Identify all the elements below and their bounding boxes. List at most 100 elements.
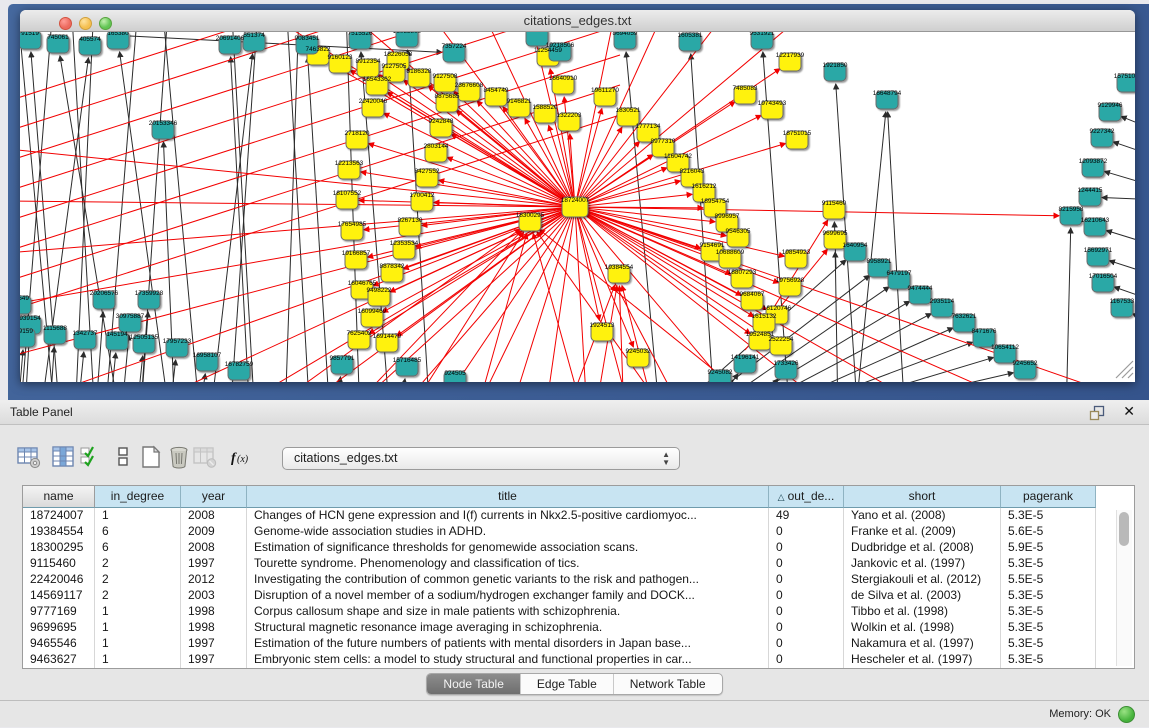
- graph-node-label: 18751015: [783, 130, 812, 137]
- table-cell: Estimation of the future numbers of pati…: [247, 636, 769, 652]
- column-header-out_de[interactable]: △out_de...: [769, 486, 844, 508]
- graph-edge: [575, 207, 1135, 382]
- graph-node-label: 7625402: [347, 330, 372, 337]
- table-row[interactable]: 977716911998Corpus callosum shape and si…: [23, 604, 1134, 620]
- table-cell: 18300295: [23, 540, 95, 556]
- table-cell: 0: [769, 524, 844, 540]
- graph-node-label: 165380: [107, 32, 129, 37]
- graph-node-label: 16782759: [225, 361, 254, 368]
- table-row[interactable]: 1456911722003Disruption of a novel membe…: [23, 588, 1134, 604]
- graph-edge: [626, 52, 660, 382]
- graph-node-label: 8216043: [680, 168, 705, 175]
- graph-node-label: 15716485: [393, 357, 422, 364]
- graph-node-label: 18226058: [384, 51, 413, 58]
- sort-ascending-icon: △: [778, 492, 785, 502]
- column-header-title[interactable]: title: [247, 486, 769, 508]
- delete-table-icon[interactable]: [192, 444, 218, 470]
- graph-node-label: 16099469: [358, 308, 387, 315]
- graph-node-label: 16640910: [549, 75, 578, 82]
- graph-node-label: 1921850: [823, 62, 848, 69]
- graph-node-label: 7357224: [442, 43, 467, 50]
- create-column-icon[interactable]: [138, 444, 164, 470]
- column-header-in_degree[interactable]: in_degree: [95, 486, 181, 508]
- table-cell: Genome-wide association studies in ADHD.: [247, 524, 769, 540]
- close-panel-icon[interactable]: ✕: [1123, 403, 1135, 420]
- table-row[interactable]: 1938455462009Genome-wide association stu…: [23, 524, 1134, 540]
- table-cell: 0: [769, 556, 844, 572]
- resize-grip[interactable]: [1116, 361, 1133, 378]
- table-cell: Jankovic et al. (1997): [844, 556, 1001, 572]
- table-row[interactable]: 911546021997Tourette syndrome. Phenomeno…: [23, 556, 1134, 572]
- desktop-area: citations_edges.txt 18724007183002957463…: [0, 0, 1149, 400]
- graph-edge: [96, 312, 103, 382]
- function-builder-icon[interactable]: f (x): [228, 444, 254, 470]
- network-canvas[interactable]: 1872400718300295746382291601238912354182…: [20, 32, 1135, 382]
- column-header-pagerank[interactable]: pagerank: [1001, 486, 1096, 508]
- graph-node-label: 12217939: [776, 52, 805, 59]
- window-titlebar[interactable]: citations_edges.txt: [20, 10, 1135, 32]
- select-all-rows-icon[interactable]: [78, 444, 104, 470]
- graph-node-label: 8912354: [356, 58, 381, 65]
- table-row[interactable]: 946554611997Estimation of the future num…: [23, 636, 1134, 652]
- table-scrollbar[interactable]: [1116, 510, 1132, 666]
- graph-edge: [742, 379, 778, 382]
- node-table: namein_degreeyeartitle△out_de...shortpag…: [22, 485, 1135, 669]
- graph-node[interactable]: [526, 32, 548, 46]
- tab-node-table[interactable]: Node Table: [427, 674, 521, 694]
- table-cell: Dudbridge et al. (2008): [844, 540, 1001, 556]
- graph-node-label: 15751074: [1114, 73, 1135, 80]
- table-panel-header: Table Panel ✕: [0, 400, 1149, 425]
- graph-node-label: 8977310: [651, 138, 676, 145]
- graph-node-label: 8958921: [867, 258, 892, 265]
- graph-node-label: 17359928: [135, 290, 164, 297]
- table-row[interactable]: 1830029562008Estimation of significance …: [23, 540, 1134, 556]
- table-selector-dropdown[interactable]: citations_edges.txt ▲▼: [282, 447, 680, 470]
- table-settings-icon[interactable]: [16, 444, 42, 470]
- graph-node-label: 145194: [106, 331, 128, 338]
- graph-node-label: 8878342: [380, 263, 405, 270]
- table-cell: 9465546: [23, 636, 95, 652]
- graph-node-label: 9160123: [328, 54, 353, 61]
- table-cell: 49: [769, 508, 844, 524]
- delete-column-icon[interactable]: [166, 444, 192, 470]
- table-row[interactable]: 1872400712008Changes of HCN gene express…: [23, 508, 1134, 524]
- table-cell: Nakamura et al. (1997): [844, 636, 1001, 652]
- graph-node-label: 9245082: [708, 369, 733, 376]
- window-title: citations_edges.txt: [20, 13, 1135, 28]
- tab-network-table[interactable]: Network Table: [614, 674, 722, 694]
- graph-node-label: 9127508: [433, 73, 458, 80]
- graph-edge: [285, 32, 310, 382]
- graph-node-label: 16046765: [348, 280, 377, 287]
- graph-edge: [1066, 228, 1071, 382]
- column-visibility-icon[interactable]: [50, 444, 76, 470]
- graph-node-label: 1616212: [692, 183, 717, 190]
- table-cell: 1998: [181, 604, 247, 620]
- graph-node-label: 1342737: [73, 330, 98, 337]
- column-header-name[interactable]: name: [23, 486, 95, 508]
- table-cell: 1997: [181, 652, 247, 668]
- graph-edge: [575, 207, 600, 382]
- row-height-icon[interactable]: [110, 444, 136, 470]
- graph-node-label: 9699695: [823, 230, 848, 237]
- graph-edge: [398, 379, 405, 382]
- table-row[interactable]: 2242004622012Investigating the contribut…: [23, 572, 1134, 588]
- table-cell: 0: [769, 572, 844, 588]
- graph-node-label: 8267130: [398, 217, 423, 224]
- table-row[interactable]: 946362711997Embryonic stem cells: a mode…: [23, 652, 1134, 668]
- column-header-short[interactable]: short: [844, 486, 1001, 508]
- table-cell: 22420046: [23, 572, 95, 588]
- graph-node-label: 9129946: [1098, 102, 1123, 109]
- table-row[interactable]: 969969511998Structural magnetic resonanc…: [23, 620, 1134, 636]
- tab-edge-table[interactable]: Edge Table: [521, 674, 614, 694]
- graph-node-label: 9474444: [908, 285, 933, 292]
- graph-node-label: 17654985: [338, 221, 367, 228]
- memory-status-label: Memory: OK: [1049, 708, 1111, 720]
- table-cell: 2: [95, 572, 181, 588]
- network-view-window[interactable]: citations_edges.txt 18724007183002957463…: [20, 10, 1135, 382]
- table-scrollbar-thumb[interactable]: [1119, 512, 1129, 546]
- table-cell: 2: [95, 588, 181, 604]
- float-window-icon[interactable]: [1089, 405, 1105, 421]
- table-cell: Wolkin et al. (1998): [844, 620, 1001, 636]
- column-header-year[interactable]: year: [181, 486, 247, 508]
- table-cell: 0: [769, 604, 844, 620]
